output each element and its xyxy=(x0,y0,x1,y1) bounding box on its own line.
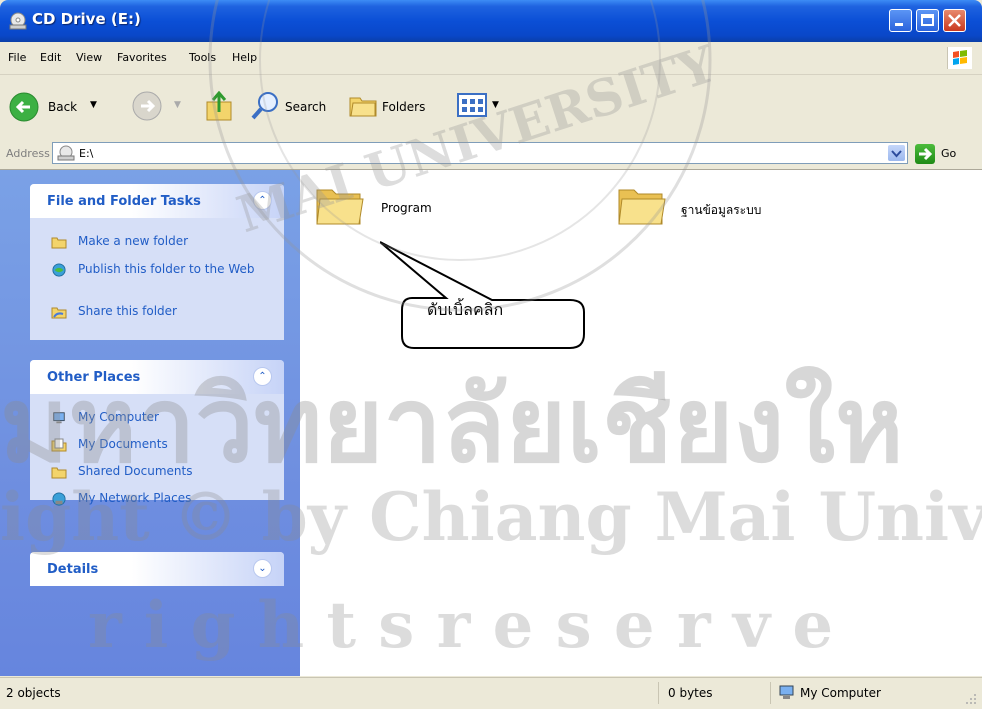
title-bar: CD Drive (E:) xyxy=(0,0,982,42)
address-label: Address xyxy=(6,147,50,160)
menu-view[interactable]: View xyxy=(76,51,102,64)
status-location: My Computer xyxy=(800,686,881,700)
shared-documents-link[interactable]: Shared Documents xyxy=(51,464,192,479)
status-separator xyxy=(658,682,659,704)
folders-icon xyxy=(349,97,377,117)
go-label[interactable]: Go xyxy=(941,147,956,160)
address-dropdown-icon[interactable] xyxy=(888,145,905,161)
up-folder-icon[interactable] xyxy=(205,88,235,122)
back-label: Back xyxy=(48,100,78,114)
my-computer-link[interactable]: My Computer xyxy=(51,410,159,425)
address-input[interactable]: E:\ xyxy=(52,142,908,164)
minimize-button[interactable] xyxy=(889,9,912,32)
minimize-icon xyxy=(895,23,903,26)
folders-button[interactable]: Folders xyxy=(347,89,442,123)
details-header[interactable]: Details ⌄ xyxy=(30,552,284,586)
expand-chevron-icon[interactable]: ⌄ xyxy=(253,559,272,578)
other-places-header[interactable]: Other Places ⌃ xyxy=(30,360,284,394)
folder-name: ฐานข้อมูลระบบ xyxy=(681,203,762,217)
status-objects: 2 objects xyxy=(6,686,61,700)
status-size: 0 bytes xyxy=(668,686,713,700)
folder-item[interactable]: ฐานข้อมูลระบบ xyxy=(616,180,856,240)
back-button[interactable]: Back ▼ xyxy=(8,87,118,125)
views-button[interactable]: ▼ xyxy=(456,89,506,123)
folders-label: Folders xyxy=(382,100,426,114)
shared-documents-icon xyxy=(51,467,67,478)
back-arrow-icon xyxy=(9,92,39,122)
maximize-button[interactable] xyxy=(916,9,939,32)
menu-bar: File Edit View Favorites Tools Help xyxy=(0,42,982,75)
publish-folder-link[interactable]: Publish this folder to the Web xyxy=(51,262,254,277)
close-button[interactable] xyxy=(943,9,966,32)
menu-help[interactable]: Help xyxy=(232,51,257,64)
share-folder-icon xyxy=(51,307,67,318)
file-folder-tasks-panel: File and Folder Tasks ⌃ Make a new folde… xyxy=(30,184,284,340)
menu-tools[interactable]: Tools xyxy=(189,51,216,64)
cd-drive-icon xyxy=(9,12,27,30)
search-icon xyxy=(251,92,278,120)
folder-icon xyxy=(316,189,364,225)
close-icon xyxy=(948,14,961,27)
address-value: E:\ xyxy=(79,147,94,160)
menu-file[interactable]: File xyxy=(8,51,26,64)
menu-favorites[interactable]: Favorites xyxy=(117,51,167,64)
publish-web-icon xyxy=(52,262,66,277)
details-panel: Details ⌄ xyxy=(30,552,284,586)
my-network-places-link[interactable]: My Network Places xyxy=(51,491,191,506)
my-computer-icon xyxy=(779,685,794,699)
task-pane: File and Folder Tasks ⌃ Make a new folde… xyxy=(0,170,300,676)
make-new-folder-link[interactable]: Make a new folder xyxy=(51,234,188,249)
panel-title: Details xyxy=(47,562,99,577)
forward-arrow-icon[interactable] xyxy=(131,90,163,122)
window-title: CD Drive (E:) xyxy=(32,10,141,28)
file-folder-tasks-header[interactable]: File and Folder Tasks ⌃ xyxy=(30,184,284,218)
new-folder-icon xyxy=(51,237,67,248)
cd-drive-small-icon xyxy=(57,145,75,161)
my-documents-link[interactable]: My Documents xyxy=(51,437,168,452)
resize-grip-icon[interactable] xyxy=(964,692,978,706)
back-dropdown-icon[interactable]: ▼ xyxy=(90,100,97,110)
status-bar: 2 objects 0 bytes My Computer xyxy=(0,677,982,709)
maximize-icon xyxy=(921,14,934,26)
forward-dropdown-icon[interactable]: ▼ xyxy=(174,100,181,110)
status-separator xyxy=(770,682,771,704)
folder-item[interactable]: Program xyxy=(314,180,554,240)
panel-title: Other Places xyxy=(47,370,141,385)
address-bar: Address E:\ Go xyxy=(0,139,982,170)
collapse-chevron-icon[interactable]: ⌃ xyxy=(253,367,272,386)
callout-bubble xyxy=(380,241,585,349)
panel-title: File and Folder Tasks xyxy=(47,194,201,209)
collapse-chevron-icon[interactable]: ⌃ xyxy=(253,191,272,210)
my-documents-icon xyxy=(51,438,67,451)
share-folder-link[interactable]: Share this folder xyxy=(51,304,177,319)
callout-text: ดับเบิ้ลคลิก xyxy=(427,300,504,319)
views-dropdown-icon[interactable]: ▼ xyxy=(492,100,499,110)
toolbar: Back ▼ ▼ Search Folders ▼ xyxy=(0,75,982,140)
search-button[interactable]: Search xyxy=(250,89,340,123)
windows-logo-icon xyxy=(947,47,972,69)
folder-name: Program xyxy=(381,201,432,215)
network-places-icon xyxy=(52,491,66,506)
file-list: Program ฐานข้อมูลระบบ ดับเบิ้ลคลิก xyxy=(300,170,982,676)
views-icon xyxy=(457,93,487,117)
go-arrow-icon[interactable] xyxy=(915,144,935,164)
search-label: Search xyxy=(285,100,327,114)
my-computer-icon xyxy=(53,411,65,423)
other-places-panel: Other Places ⌃ My Computer My Documents … xyxy=(30,360,284,506)
folder-icon xyxy=(618,189,666,225)
menu-edit[interactable]: Edit xyxy=(40,51,61,64)
